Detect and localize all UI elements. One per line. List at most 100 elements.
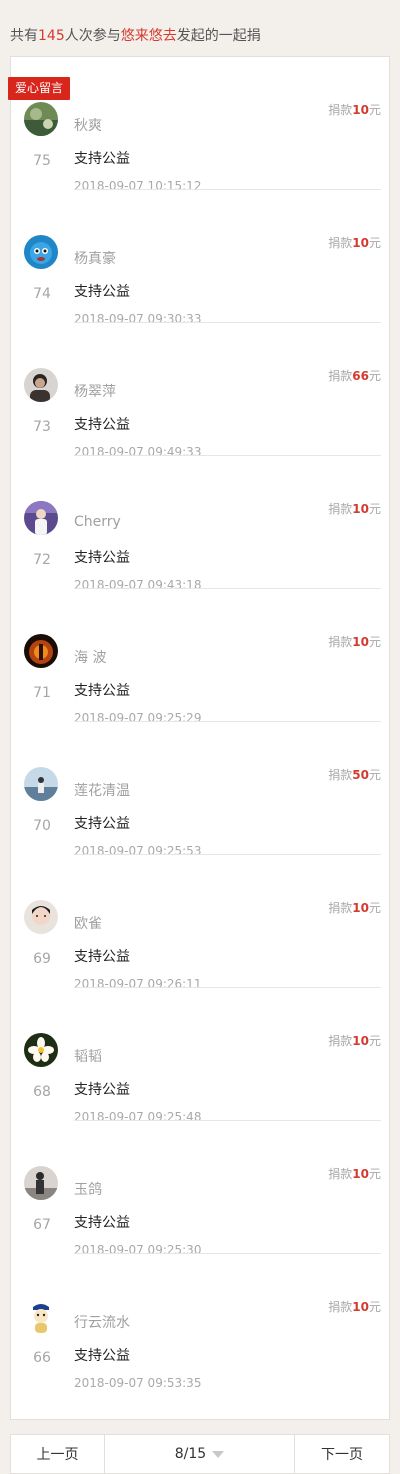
donation-item: 70 莲花清温 支持公益 2018-09-07 09:25:53 捐款50元 xyxy=(11,722,391,858)
summary-suffix: 发起的一起捐 xyxy=(176,28,261,44)
pagination: 上一页 8/15 下一页 xyxy=(10,1434,390,1474)
messages-card: 爱心留言 75 秋爽 支持公益 2018-09-07 10:15:12 捐款10元 74 杨… xyxy=(8,56,391,1420)
donor-rank: 69 xyxy=(33,951,51,967)
donor-rank: 71 xyxy=(33,685,51,701)
donor-message: 支持公益 xyxy=(74,151,130,167)
participation-summary: 共有145人次参与悠来悠去发起的一起捐 xyxy=(0,0,400,56)
donation-amount: 捐款10元 xyxy=(328,500,381,517)
donation-amount-value: 50 xyxy=(352,768,369,782)
initiator-name[interactable]: 悠来悠去 xyxy=(121,28,177,44)
donor-rank: 67 xyxy=(33,1217,51,1233)
donation-prefix: 捐款 xyxy=(328,635,353,649)
lotus-pond-avatar-icon[interactable] xyxy=(24,102,58,136)
donation-item: 69 欧雀 支持公益 2018-09-07 09:26:11 捐款10元 xyxy=(11,855,391,991)
donor-name[interactable]: 欧雀 xyxy=(74,913,102,933)
donor-rank: 73 xyxy=(33,419,51,435)
donation-prefix: 捐款 xyxy=(328,901,353,915)
donation-amount: 捐款10元 xyxy=(328,1165,381,1182)
donation-amount-value: 10 xyxy=(352,1300,369,1314)
donation-prefix: 捐款 xyxy=(328,502,353,516)
donation-amount-value: 10 xyxy=(352,103,369,117)
standing-person-avatar-icon[interactable] xyxy=(24,1166,58,1200)
white-flower-avatar-icon[interactable] xyxy=(24,1033,58,1067)
currency-unit: 元 xyxy=(368,768,381,782)
currency-unit: 元 xyxy=(368,369,381,383)
donor-message: 支持公益 xyxy=(74,816,130,832)
donation-prefix: 捐款 xyxy=(328,1034,353,1048)
donation-prefix: 捐款 xyxy=(328,768,353,782)
lakeside-person-avatar-icon[interactable] xyxy=(24,767,58,801)
donor-name[interactable]: 莲花清温 xyxy=(74,780,130,800)
donor-message: 支持公益 xyxy=(74,949,130,965)
blue-cartoon-avatar-icon[interactable] xyxy=(24,235,58,269)
donor-name[interactable]: Cherry xyxy=(74,514,121,530)
donor-message: 支持公益 xyxy=(74,417,130,433)
donor-name[interactable]: 韬韬 xyxy=(74,1046,102,1066)
donation-amount-value: 10 xyxy=(352,901,369,915)
donation-amount: 捐款10元 xyxy=(328,1298,381,1315)
summary-prefix: 共有 xyxy=(10,28,38,44)
donation-item: 74 杨真豪 支持公益 2018-09-07 09:30:33 捐款10元 xyxy=(11,190,391,326)
donor-rank: 70 xyxy=(33,818,51,834)
child-portrait-avatar-icon[interactable] xyxy=(24,501,58,535)
donation-amount-value: 10 xyxy=(352,502,369,516)
fire-figure-avatar-icon[interactable] xyxy=(24,634,58,668)
page-selector[interactable]: 8/15 xyxy=(105,1435,295,1473)
donor-name[interactable]: 行云流水 xyxy=(74,1312,130,1332)
donation-amount-value: 10 xyxy=(352,236,369,250)
donation-prefix: 捐款 xyxy=(328,103,353,117)
currency-unit: 元 xyxy=(368,901,381,915)
page-indicator: 8/15 xyxy=(174,1446,207,1462)
donor-name[interactable]: 秋爽 xyxy=(74,115,102,135)
donor-rank: 74 xyxy=(33,286,51,302)
prev-page-button[interactable]: 上一页 xyxy=(11,1435,105,1473)
currency-unit: 元 xyxy=(368,236,381,250)
currency-unit: 元 xyxy=(368,1300,381,1314)
summary-middle: 人次参与 xyxy=(64,28,121,44)
donation-prefix: 捐款 xyxy=(328,1300,353,1314)
donor-name[interactable]: 海 波 xyxy=(74,647,106,667)
donation-prefix: 捐款 xyxy=(328,236,353,250)
currency-unit: 元 xyxy=(368,502,381,516)
donation-time: 2018-09-07 09:53:35 xyxy=(74,1376,202,1390)
woman-portrait-avatar-icon[interactable] xyxy=(24,900,58,934)
prev-page-label: 上一页 xyxy=(36,1447,79,1463)
donation-item: 68 韬韬 支持公益 2018-09-07 09:25:48 捐款10元 xyxy=(11,988,391,1124)
donation-item: 66 行云流水支持公益 2018-09-07 09:53:35 捐款10元 xyxy=(11,1254,391,1390)
donation-amount-value: 10 xyxy=(352,1167,369,1181)
donation-item: 67 玉鸽 支持公益 2018-09-07 09:25:30 捐款10元 xyxy=(11,1121,391,1257)
donor-name[interactable]: 杨翠萍 xyxy=(74,381,116,401)
donor-rank: 66 xyxy=(33,1350,51,1366)
next-page-label: 下一页 xyxy=(321,1447,363,1463)
donation-amount-value: 10 xyxy=(352,635,369,649)
donor-message: 支持公益 xyxy=(74,1082,130,1098)
donor-message: 支持公益 xyxy=(74,1348,130,1364)
donation-amount-value: 66 xyxy=(352,369,369,383)
donation-prefix: 捐款 xyxy=(328,1167,353,1181)
donor-rank: 75 xyxy=(33,153,51,169)
currency-unit: 元 xyxy=(368,1167,381,1181)
next-page-button[interactable]: 下一页 xyxy=(295,1435,389,1473)
donor-message: 支持公益 xyxy=(74,550,130,566)
donor-rank: 72 xyxy=(33,552,51,568)
cartoon-character-avatar-icon[interactable] xyxy=(24,1299,58,1333)
currency-unit: 元 xyxy=(368,103,381,117)
person-portrait-avatar-icon[interactable] xyxy=(24,368,58,402)
donation-amount: 捐款10元 xyxy=(328,633,381,650)
donation-amount: 捐款10元 xyxy=(328,899,381,916)
donor-name[interactable]: 玉鸽 xyxy=(74,1179,102,1199)
donor-message: 支持公益 xyxy=(74,284,130,300)
donation-amount: 捐款10元 xyxy=(328,1032,381,1049)
donor-rank: 68 xyxy=(33,1084,51,1100)
love-messages-badge: 爱心留言 xyxy=(8,77,71,100)
donation-item: 72 Cherry 支持公益 2018-09-07 09:43:18 捐款10元 xyxy=(11,456,391,592)
donation-amount: 捐款66元 xyxy=(328,367,381,384)
currency-unit: 元 xyxy=(368,1034,381,1048)
chevron-down-icon xyxy=(212,1450,225,1458)
donor-message: 支持公益 xyxy=(74,683,130,699)
donation-amount: 捐款10元 xyxy=(328,101,381,118)
participant-count: 145 xyxy=(38,28,65,44)
donor-name[interactable]: 杨真豪 xyxy=(74,248,116,268)
donation-prefix: 捐款 xyxy=(328,369,353,383)
donation-amount: 捐款50元 xyxy=(328,766,381,783)
